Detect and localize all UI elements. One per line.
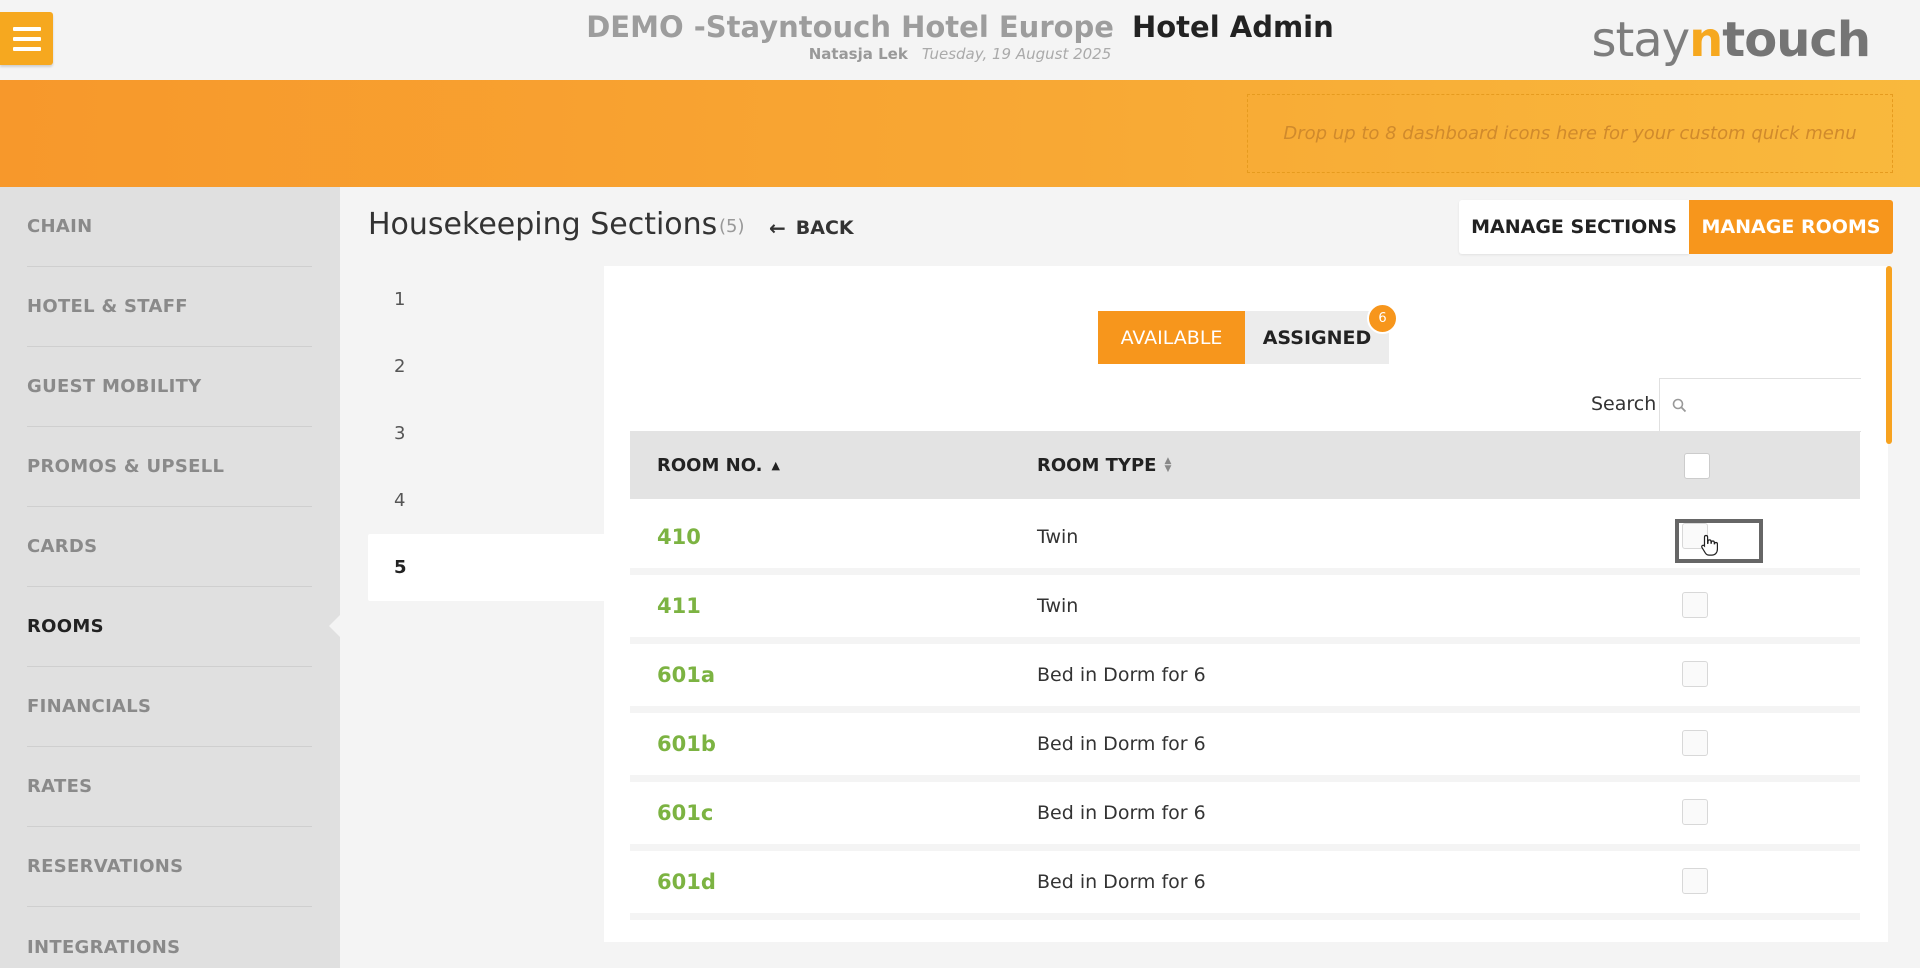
sort-ascending-icon: ▲ (771, 458, 780, 472)
sidebar-item-promos-upsell[interactable]: PROMOS & UPSELL (27, 427, 312, 507)
sidebar-item-label: HOTEL & STAFF (27, 296, 188, 317)
room-type-cell: Bed in Dorm for 6 (1037, 664, 1206, 686)
manage-sections-button[interactable]: MANAGE SECTIONS (1459, 200, 1689, 254)
section-list: 1 2 3 4 5 (368, 266, 604, 601)
select-all-checkbox[interactable] (1684, 453, 1710, 479)
table-row: 601c Bed in Dorm for 6 (630, 782, 1860, 851)
room-type-cell: Bed in Dorm for 6 (1037, 871, 1206, 893)
tab-available[interactable]: AVAILABLE (1098, 311, 1245, 364)
sidebar-item-integrations[interactable]: INTEGRATIONS (27, 907, 312, 968)
logo-part-n: n (1689, 12, 1723, 68)
hotel-name: DEMO -Stayntouch Hotel Europe (586, 10, 1114, 44)
room-number-link[interactable]: 601c (657, 782, 713, 844)
active-nav-pointer (329, 614, 341, 638)
assigned-count-badge: 6 (1367, 303, 1398, 334)
sidebar-item-label: GUEST MOBILITY (27, 376, 202, 397)
table-row: 601d Bed in Dorm for 6 (630, 851, 1860, 920)
sidebar-item-rooms[interactable]: ROOMS (27, 587, 312, 667)
row-checkbox[interactable] (1682, 661, 1708, 687)
room-type-cell: Bed in Dorm for 6 (1037, 733, 1206, 755)
logo-part-stay: stay (1591, 12, 1690, 68)
section-item-5[interactable]: 5 (368, 534, 604, 601)
sidebar-item-guest-mobility[interactable]: GUEST MOBILITY (27, 347, 312, 427)
sidebar-item-financials[interactable]: FINANCIALS (27, 667, 312, 747)
sidebar-item-reservations[interactable]: RESERVATIONS (27, 827, 312, 907)
room-number-link[interactable]: 601d (657, 851, 716, 913)
quick-menu-dropzone[interactable]: Drop up to 8 dashboard icons here for yo… (1247, 94, 1893, 173)
sidebar-item-chain[interactable]: CHAIN (27, 187, 312, 267)
app-name: Hotel Admin (1131, 10, 1334, 44)
section-item-4[interactable]: 4 (368, 467, 604, 534)
dropzone-hint: Drop up to 8 dashboard icons here for yo… (1283, 123, 1857, 144)
room-type-cell: Twin (1037, 595, 1079, 617)
room-number-link[interactable]: 601a (657, 644, 715, 706)
room-number-link[interactable]: 410 (657, 506, 701, 568)
sidebar-item-label: INTEGRATIONS (27, 936, 181, 958)
column-label: ROOM TYPE (1037, 454, 1157, 476)
sidebar-item-label: CARDS (27, 536, 98, 557)
sidebar-item-label: PROMOS & UPSELL (27, 456, 225, 477)
column-label: ROOM NO. (657, 454, 763, 476)
panel-scrollbar[interactable] (1886, 266, 1892, 444)
sidebar-item-label: FINANCIALS (27, 696, 152, 717)
section-item-3[interactable]: 3 (368, 400, 604, 467)
room-number-link[interactable]: 411 (657, 575, 701, 637)
sidebar-item-label: ROOMS (27, 616, 104, 637)
sidebar-item-rates[interactable]: RATES (27, 747, 312, 827)
column-room-type[interactable]: ROOM TYPE ▲ ▼ (1037, 431, 1171, 499)
manage-rooms-button[interactable]: MANAGE ROOMS (1689, 200, 1893, 254)
availability-toggle: AVAILABLE ASSIGNED (1098, 311, 1389, 364)
app-header: DEMO -Stayntouch Hotel Europe Hotel Admin… (0, 0, 1920, 80)
room-type-cell: Bed in Dorm for 6 (1037, 802, 1206, 824)
room-number-link[interactable]: 601b (657, 713, 716, 775)
business-date: Tuesday, 19 August 2025 (921, 45, 1112, 63)
table-row: 601a Bed in Dorm for 6 (630, 644, 1860, 713)
search-label: Search (1591, 393, 1657, 415)
section-item-2[interactable]: 2 (368, 333, 604, 400)
logo-part-touch: touch (1722, 12, 1871, 68)
table-row: 411 Twin (630, 575, 1860, 644)
table-header: ROOM NO. ▲ ROOM TYPE ▲ ▼ (630, 431, 1860, 499)
row-checkbox[interactable] (1682, 730, 1708, 756)
search-icon (1672, 398, 1687, 413)
table-row: 601b Bed in Dorm for 6 (630, 713, 1860, 782)
sidebar: CHAIN HOTEL & STAFF GUEST MOBILITY PROMO… (0, 187, 340, 968)
sidebar-item-label: RESERVATIONS (27, 856, 184, 877)
stayntouch-logo: stayntouch (1591, 12, 1871, 68)
row-checkbox[interactable] (1682, 592, 1708, 618)
hand-cursor-icon (1700, 534, 1720, 560)
row-checkbox[interactable] (1682, 868, 1708, 894)
sidebar-item-cards[interactable]: CARDS (27, 507, 312, 587)
sidebar-item-label: RATES (27, 776, 93, 797)
user-name: Natasja Lek (808, 45, 908, 63)
column-room-no[interactable]: ROOM NO. ▲ (657, 431, 780, 499)
row-checkbox[interactable] (1682, 799, 1708, 825)
section-count: (5) (719, 216, 745, 237)
arrow-left-icon: ← (769, 216, 786, 240)
sidebar-item-hotel-staff[interactable]: HOTEL & STAFF (27, 267, 312, 347)
sidebar-item-label: CHAIN (27, 216, 93, 237)
room-type-cell: Twin (1037, 526, 1079, 548)
back-button[interactable]: ← BACK (769, 216, 854, 240)
search-input[interactable] (1659, 378, 1861, 432)
section-item-1[interactable]: 1 (368, 266, 604, 333)
sort-icon: ▲ ▼ (1164, 456, 1172, 474)
back-label: BACK (795, 217, 854, 239)
page-title: Housekeeping Sections (368, 207, 718, 242)
